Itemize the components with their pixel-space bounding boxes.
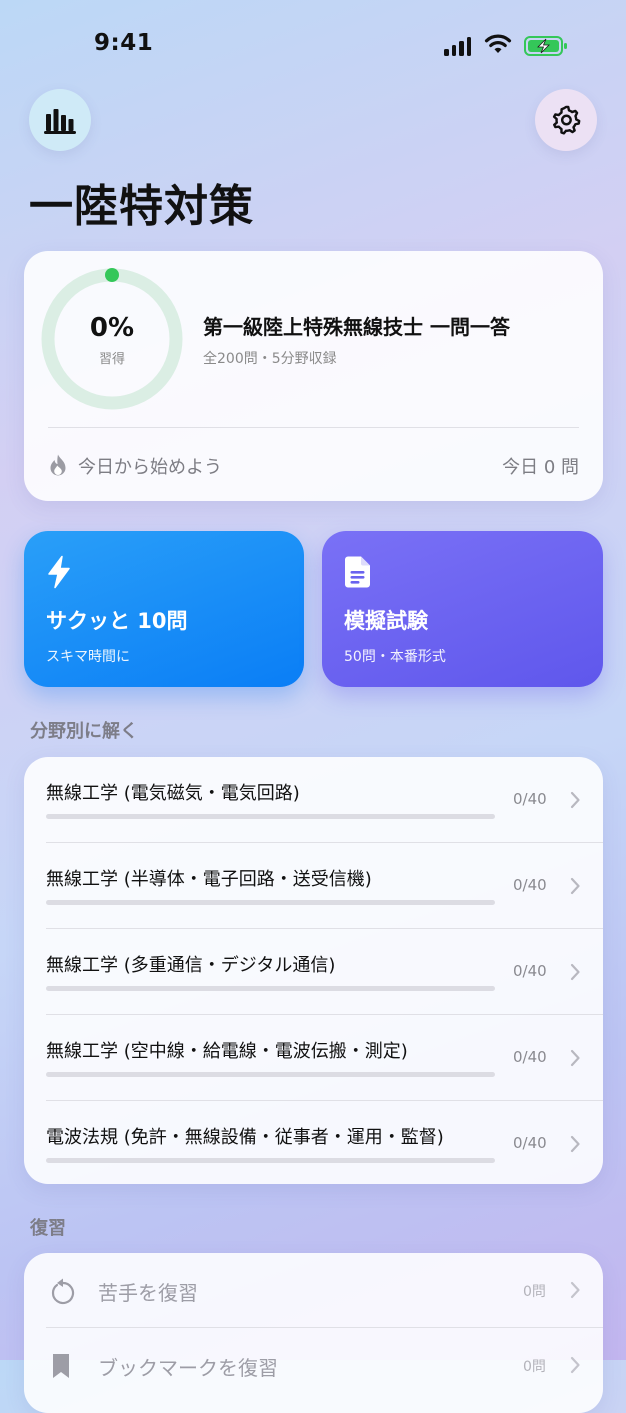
quick-10-title: サクッと 10問 (46, 609, 188, 633)
exam-info: 全200問・5分野収録 (203, 351, 337, 367)
review-weak-label: 苦手を復習 (98, 1281, 198, 1305)
settings-button[interactable] (535, 89, 597, 151)
mastery-label: 習得 (98, 352, 125, 367)
flame-icon (50, 454, 66, 476)
chevron-right-icon (570, 791, 580, 809)
mock-exam-title: 模擬試験 (344, 609, 428, 633)
chevron-right-icon (570, 1049, 580, 1067)
bar-chart-icon (44, 109, 76, 134)
review-weak-count: 0問 (523, 1284, 546, 1300)
chevron-right-icon (570, 1356, 580, 1374)
field-count: 0/40 (513, 1134, 547, 1152)
field-progress-bar (46, 900, 495, 905)
chevron-right-icon (570, 1135, 580, 1153)
field-row[interactable]: 無線工学 (半導体・電子回路・送受信機) 0/40 (24, 843, 603, 929)
field-progress-bar (46, 1158, 495, 1163)
chevron-right-icon (570, 1281, 580, 1299)
chevron-right-icon (570, 963, 580, 981)
status-bar: 9:41 (0, 0, 626, 92)
progress-card[interactable]: 0% 習得 第一級陸上特殊無線技士 一問一答 全200問・5分野収録 今日から始… (24, 251, 603, 501)
cellular-signal-icon (444, 36, 471, 56)
field-name: 無線工学 (空中線・給電線・電波伝搬・測定) (46, 1041, 408, 1062)
review-bookmark-button[interactable]: ブックマークを復習 0問 (24, 1328, 603, 1403)
mock-exam-subtitle: 50問・本番形式 (344, 649, 446, 665)
field-progress-bar (46, 814, 495, 819)
field-count: 0/40 (513, 876, 547, 894)
bolt-icon (48, 555, 70, 589)
field-progress-bar (46, 986, 495, 991)
progress-ring-dot (105, 268, 119, 282)
mock-exam-button[interactable]: 模擬試験 50問・本番形式 (322, 531, 603, 687)
review-list: 苦手を復習 0問 ブックマークを復習 0問 (24, 1253, 603, 1413)
streak-text: 今日から始めよう (78, 457, 222, 478)
field-count: 0/40 (513, 962, 547, 980)
field-progress-bar (46, 1072, 495, 1077)
bookmark-icon (53, 1354, 69, 1378)
section-heading-fields: 分野別に解く (30, 721, 138, 742)
field-name: 無線工学 (半導体・電子回路・送受信機) (46, 869, 372, 890)
gear-icon (552, 105, 581, 135)
battery-charging-icon (524, 36, 567, 56)
field-name: 無線工学 (多重通信・デジタル通信) (46, 955, 336, 976)
review-bookmark-count: 0問 (523, 1359, 546, 1375)
section-heading-review: 復習 (30, 1218, 66, 1239)
quick-10-button[interactable]: サクッと 10問 スキマ時間に (24, 531, 304, 687)
mastery-percent: 0% (89, 313, 135, 343)
page-title: 一陸特対策 (29, 181, 254, 232)
field-count: 0/40 (513, 1048, 547, 1066)
field-row[interactable]: 無線工学 (電気磁気・電気回路) 0/40 (24, 757, 603, 843)
divider (48, 427, 579, 428)
review-bookmark-label: ブックマークを復習 (98, 1356, 278, 1380)
field-count: 0/40 (513, 790, 547, 808)
stats-button[interactable] (29, 89, 91, 151)
field-row[interactable]: 無線工学 (空中線・給電線・電波伝搬・測定) 0/40 (24, 1015, 603, 1101)
quick-10-subtitle: スキマ時間に (46, 649, 130, 665)
field-row[interactable]: 無線工学 (多重通信・デジタル通信) 0/40 (24, 929, 603, 1015)
field-list: 無線工学 (電気磁気・電気回路) 0/40 無線工学 (半導体・電子回路・送受信… (24, 757, 603, 1184)
field-name: 電波法規 (免許・無線設備・従事者・運用・監督) (46, 1127, 444, 1148)
retry-icon (51, 1278, 75, 1305)
exam-name: 第一級陸上特殊無線技士 一問一答 (203, 315, 510, 339)
chevron-right-icon (570, 877, 580, 895)
field-name: 無線工学 (電気磁気・電気回路) (46, 783, 300, 804)
field-row[interactable]: 電波法規 (免許・無線設備・従事者・運用・監督) 0/40 (24, 1101, 603, 1184)
document-icon (345, 556, 370, 588)
today-count: 今日 0 問 (502, 457, 579, 478)
status-time: 9:41 (94, 30, 154, 56)
wifi-icon (484, 34, 512, 53)
review-weak-button[interactable]: 苦手を復習 0問 (24, 1253, 603, 1328)
